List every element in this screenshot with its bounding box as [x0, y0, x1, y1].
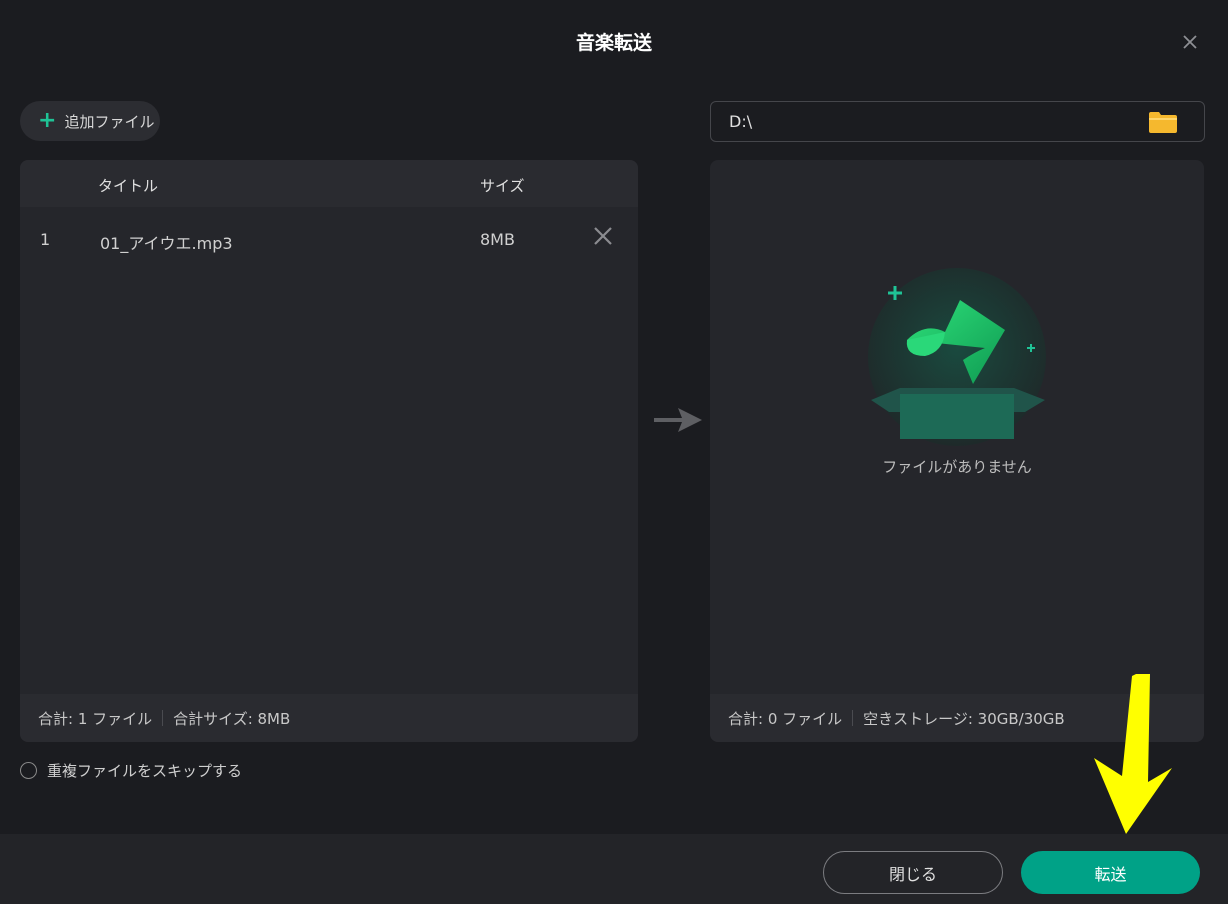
- source-count: 合計: 1 ファイル: [38, 709, 153, 728]
- skip-duplicates-option[interactable]: 重複ファイルをスキップする: [20, 760, 242, 781]
- table-header: タイトル サイズ: [20, 160, 638, 207]
- source-file-panel: タイトル サイズ 1 01_アイウエ.mp3 8MB 合計: 1 ファイル 合計…: [20, 160, 638, 742]
- table-row[interactable]: 1 01_アイウエ.mp3 8MB: [20, 217, 638, 261]
- destination-count: 合計: 0 ファイル: [728, 709, 843, 728]
- source-summary: 合計: 1 ファイル 合計サイズ: 8MB: [20, 694, 638, 742]
- close-button[interactable]: 閉じる: [823, 851, 1003, 894]
- music-box-icon: [868, 268, 1046, 446]
- destination-path-field[interactable]: D:\: [710, 101, 1205, 142]
- destination-storage: 空きストレージ: 30GB/30GB: [863, 709, 1065, 728]
- transfer-direction-arrow-icon: [654, 408, 702, 432]
- add-file-button[interactable]: + 追加ファイル: [20, 101, 160, 141]
- delete-icon[interactable]: [592, 225, 614, 247]
- plus-icon: +: [38, 108, 57, 133]
- skip-duplicates-radio[interactable]: [20, 762, 37, 779]
- source-total-size: 合計サイズ: 8MB: [173, 709, 291, 728]
- destination-path-text: D:\: [729, 112, 753, 131]
- folder-icon[interactable]: [1148, 110, 1178, 134]
- skip-duplicates-label: 重複ファイルをスキップする: [47, 762, 243, 780]
- annotation-arrow-icon: [1094, 674, 1172, 834]
- row-filename: 01_アイウエ.mp3: [100, 234, 233, 253]
- empty-state-text: ファイルがありません: [882, 458, 1032, 476]
- row-size: 8MB: [480, 230, 515, 249]
- destination-panel: ファイルがありません 合計: 0 ファイル 空きストレージ: 30GB/30GB: [710, 160, 1204, 742]
- transfer-button[interactable]: 転送: [1021, 851, 1200, 894]
- summary-divider: [852, 710, 854, 726]
- dialog-title: 音楽転送: [575, 32, 652, 54]
- add-file-label: 追加ファイル: [64, 112, 155, 131]
- column-size: サイズ: [480, 177, 525, 195]
- column-title: タイトル: [98, 177, 159, 195]
- close-icon[interactable]: [1178, 30, 1202, 54]
- summary-divider: [162, 710, 164, 726]
- row-index: 1: [40, 230, 51, 249]
